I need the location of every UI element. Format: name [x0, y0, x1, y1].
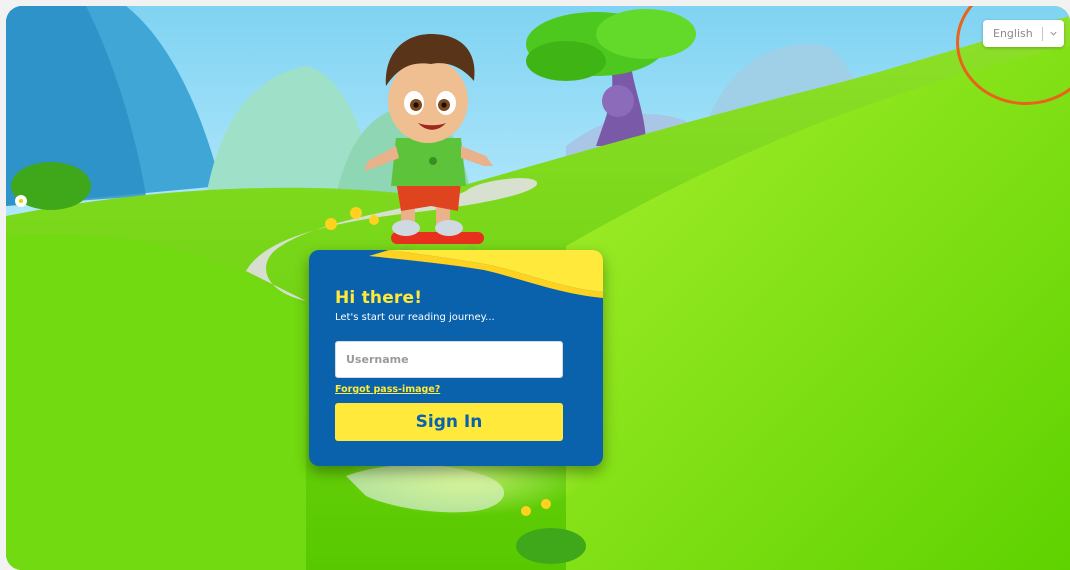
sign-in-button[interactable]: Sign In — [335, 403, 563, 441]
login-screen: Hi there! Let's start our reading journe… — [6, 6, 1070, 570]
forgot-pass-image-link[interactable]: Forgot pass-image? — [335, 384, 440, 395]
language-select[interactable]: English — [983, 20, 1064, 47]
username-input[interactable] — [335, 341, 563, 378]
greeting-title: Hi there! — [335, 288, 423, 308]
chevron-down-icon — [1049, 29, 1058, 38]
greeting-subtitle: Let's start our reading journey... — [335, 312, 495, 323]
language-select-divider — [1041, 26, 1043, 41]
language-select-label: English — [993, 27, 1033, 40]
